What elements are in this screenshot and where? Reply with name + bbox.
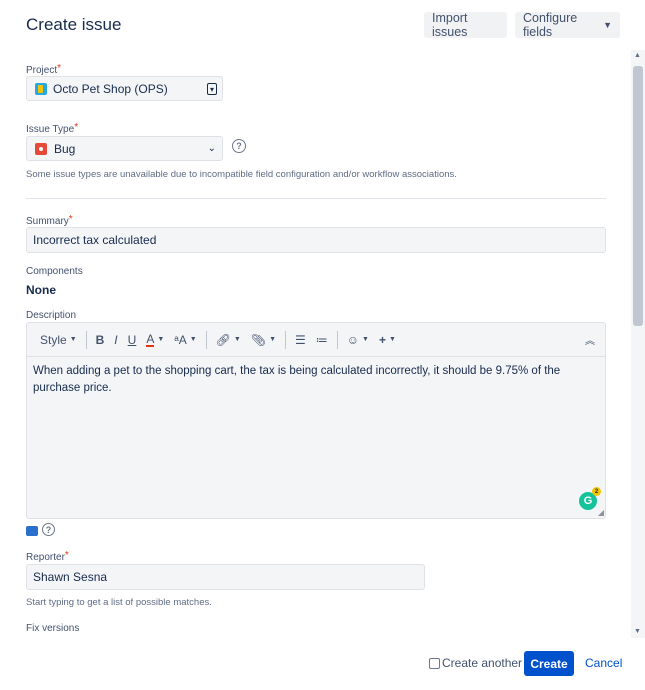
folder-icon[interactable] <box>26 526 38 536</box>
italic-button[interactable]: I <box>109 328 122 352</box>
summary-label: Summary* <box>26 214 73 227</box>
chevron-down-icon: ▼ <box>603 20 612 30</box>
toolbar-separator <box>336 330 338 349</box>
toolbar-separator <box>285 330 287 349</box>
chevron-down-icon: ▼ <box>389 336 396 343</box>
dialog-title: Create issue <box>26 15 122 34</box>
bullet-list-icon: ☰ <box>295 332 306 347</box>
editor-toolbar: Style ▼ B I U A ▼ ᵃA ▼ 🔗︎ ▼ 📎︎ ▼ ☰ ≔ ☺ ▼ + ▼ ︽ <box>27 323 605 357</box>
required-marker: * <box>68 214 73 225</box>
toolbar-separator <box>205 330 207 349</box>
dropdown-arrow-icon: ▾ <box>207 83 217 95</box>
link-button[interactable]: 🔗︎ ▼ <box>211 328 246 352</box>
create-issue-dialog: Create issue Import issues Configure fie… <box>0 0 645 690</box>
bold-button[interactable]: B <box>91 328 110 352</box>
reporter-input[interactable]: Shawn Sesna <box>26 564 425 590</box>
issue-type-hint: Some issue types are unavailable due to … <box>26 169 457 180</box>
form-scroll-area: Project* Octo Pet Shop (OPS) ▾ Issue Typ… <box>0 50 630 638</box>
resize-grip-icon[interactable]: ◢ <box>598 508 604 517</box>
create-another-checkbox[interactable] <box>429 657 440 669</box>
chevron-down-icon: ▼ <box>189 336 197 343</box>
issue-type-select[interactable]: Bug ⌄ <box>26 136 223 161</box>
text-style-label: Style <box>40 332 67 347</box>
bold-label: B <box>95 332 105 347</box>
bullet-list-button[interactable]: ☰ <box>290 328 311 352</box>
components-value[interactable]: None <box>26 283 56 297</box>
issue-type-label-text: Issue Type <box>26 124 75 135</box>
collapse-toolbar-icon[interactable]: ︽ <box>585 332 595 347</box>
reporter-label-text: Reporter <box>26 552 65 563</box>
fix-versions-label: Fix versions <box>26 623 80 634</box>
project-label: Project* <box>26 63 62 76</box>
components-label: Components <box>26 266 83 277</box>
attachment-icon: 📎︎ <box>250 332 267 347</box>
numbered-list-icon: ≔ <box>315 332 328 347</box>
issue-type-label: Issue Type* <box>26 122 79 135</box>
scroll-up-icon[interactable]: ▲ <box>634 52 641 60</box>
summary-label-text: Summary <box>26 216 69 227</box>
more-formatting-button[interactable]: ᵃA ▼ <box>169 328 201 352</box>
numbered-list-button[interactable]: ≔ <box>311 328 333 352</box>
project-label-text: Project <box>26 65 58 76</box>
summary-input[interactable]: Incorrect tax calculated <box>26 227 606 253</box>
chevron-down-icon: ▼ <box>269 336 277 343</box>
cancel-button[interactable]: Cancel <box>585 656 622 670</box>
reporter-hint: Start typing to get a list of possible m… <box>26 597 212 608</box>
scrollbar-thumb[interactable] <box>633 66 643 326</box>
grammarly-count-badge: 2 <box>592 487 601 496</box>
emoji-button[interactable]: ☺ ▼ <box>342 328 374 352</box>
attachment-button[interactable]: 📎︎ ▼ <box>246 328 281 352</box>
more-formatting-icon: ᵃA <box>174 332 187 347</box>
scrollbar[interactable]: ▲ ▼ <box>631 50 645 638</box>
configure-fields-button[interactable]: Configure fields ▼ <box>515 11 620 39</box>
help-icon[interactable]: ? <box>42 523 55 536</box>
italic-label: I <box>114 332 118 347</box>
emoji-icon: ☺ <box>346 332 360 347</box>
scroll-down-icon[interactable]: ▼ <box>634 628 641 636</box>
reporter-label: Reporter* <box>26 550 69 563</box>
project-avatar-icon <box>35 82 47 95</box>
project-value: Octo Pet Shop (OPS) <box>53 81 168 96</box>
project-select[interactable]: Octo Pet Shop (OPS) ▾ <box>26 76 223 101</box>
grammarly-letter: G <box>583 495 593 507</box>
create-button[interactable]: Create <box>524 651 574 676</box>
required-marker: * <box>74 122 79 133</box>
bug-icon <box>35 142 47 155</box>
insert-more-button[interactable]: + ▼ <box>374 328 401 352</box>
link-icon: 🔗︎ <box>215 332 231 347</box>
create-another-label: Create another <box>442 656 523 670</box>
underline-button[interactable]: U <box>123 328 142 352</box>
help-icon[interactable]: ? <box>232 139 246 153</box>
toolbar-separator <box>85 330 87 349</box>
required-marker: * <box>64 550 69 561</box>
text-color-label: A <box>146 331 155 347</box>
underline-label: U <box>127 332 137 347</box>
import-issues-button[interactable]: Import issues <box>424 11 507 39</box>
text-color-button[interactable]: A ▼ <box>141 328 169 352</box>
text-style-dropdown[interactable]: Style ▼ <box>35 328 82 352</box>
divider <box>26 198 606 199</box>
chevron-down-icon: ▼ <box>157 336 165 343</box>
description-text[interactable]: When adding a pet to the shopping cart, … <box>33 363 593 397</box>
configure-fields-label: Configure fields <box>523 11 578 39</box>
chevron-down-icon: ▼ <box>233 336 241 343</box>
issue-type-value: Bug <box>54 141 76 156</box>
chevron-down-icon: ▼ <box>362 336 369 343</box>
description-label: Description <box>26 310 77 321</box>
description-editor[interactable]: Style ▼ B I U A ▼ ᵃA ▼ 🔗︎ ▼ 📎︎ ▼ ☰ ≔ ☺ ▼ + ▼ ︽ … <box>26 322 606 519</box>
plus-icon: + <box>378 332 386 347</box>
create-another-toggle[interactable]: Create another <box>429 656 522 670</box>
required-marker: * <box>57 63 62 74</box>
grammarly-icon[interactable]: G 2 <box>579 487 601 510</box>
chevron-down-icon: ▼ <box>69 336 77 343</box>
chevron-down-icon: ⌄ <box>207 143 216 154</box>
